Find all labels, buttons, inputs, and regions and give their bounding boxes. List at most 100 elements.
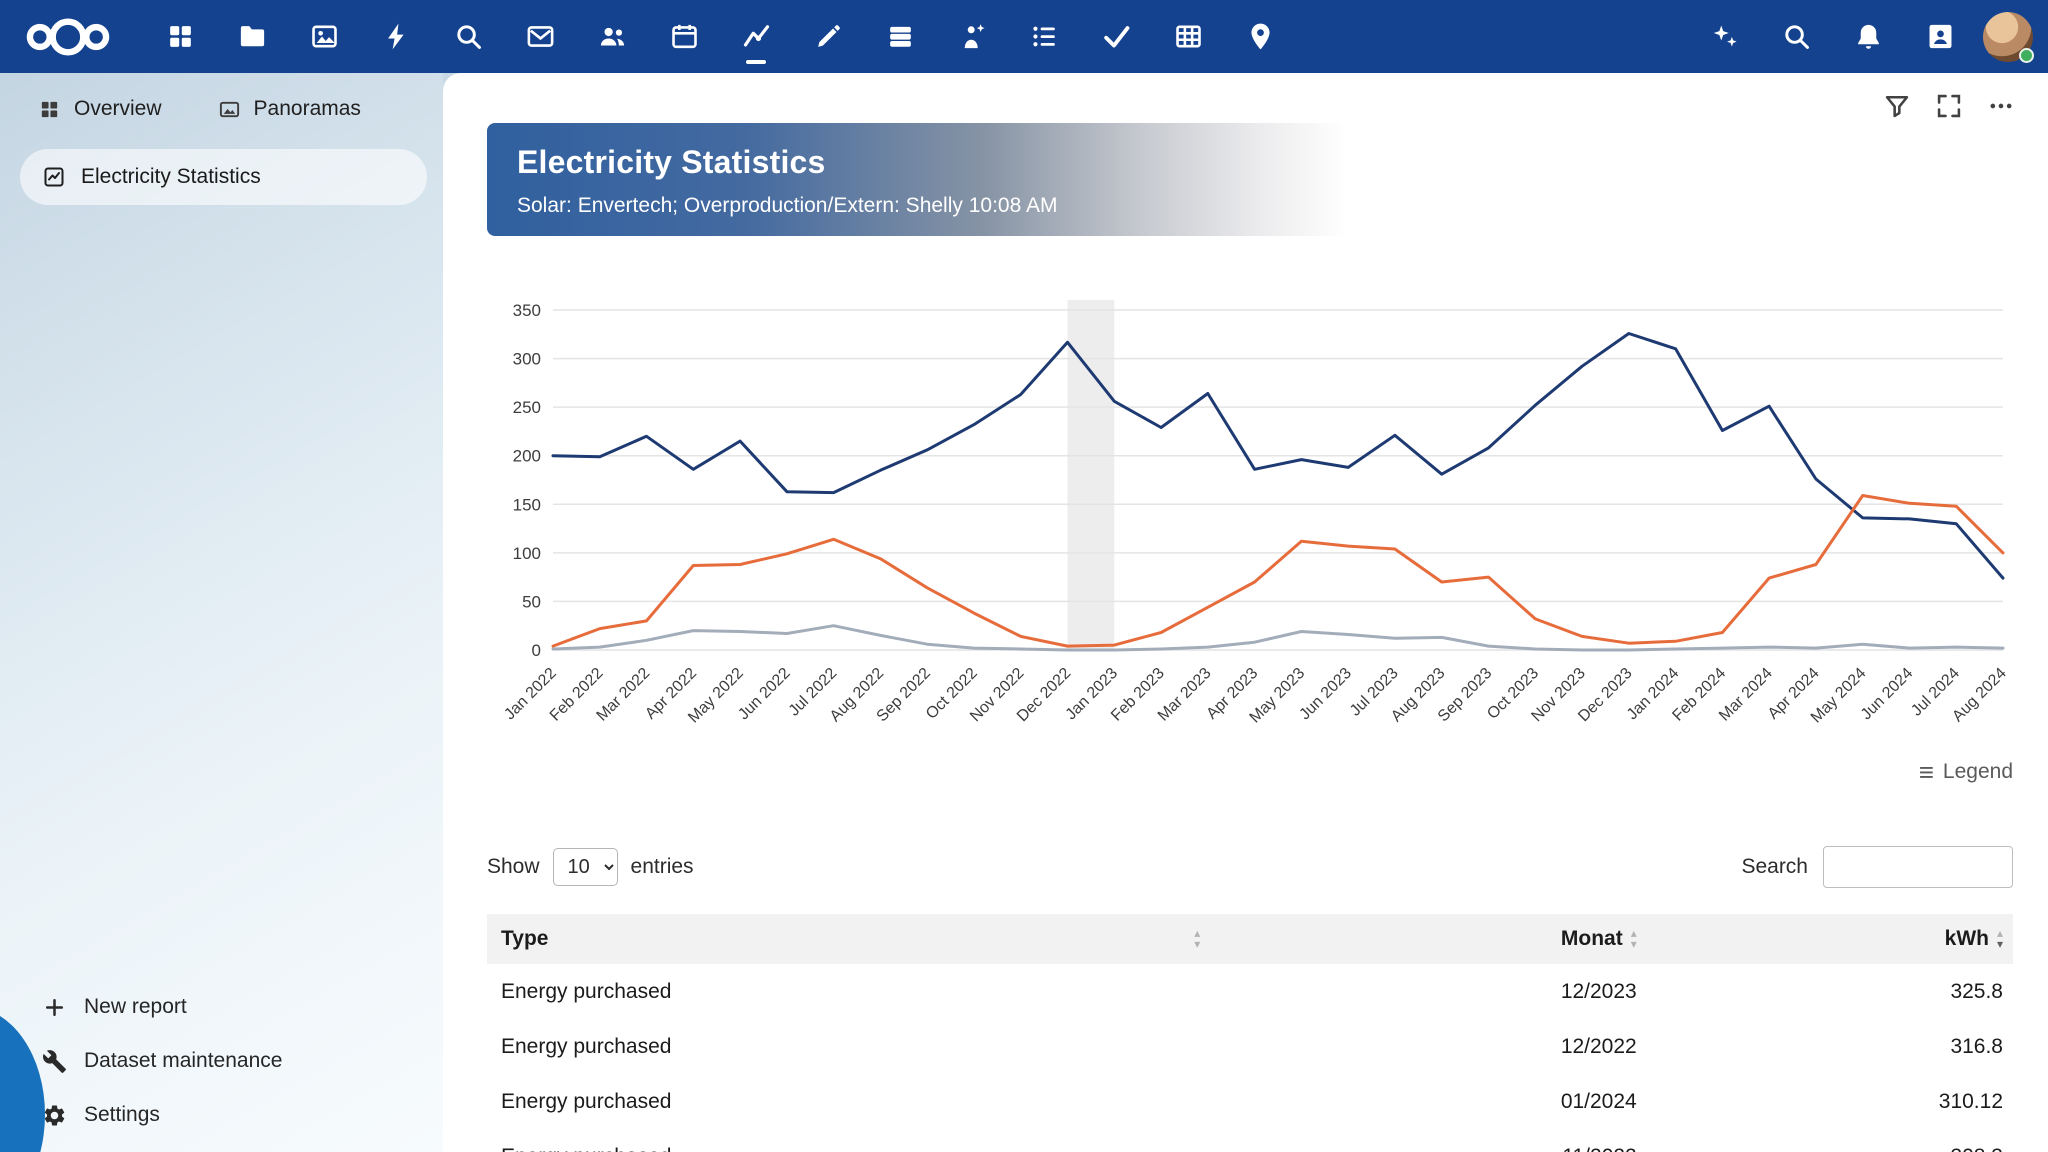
- top-navigation-bar: [0, 0, 2048, 73]
- column-header-monat[interactable]: Monat ▴ ▾: [1210, 914, 1647, 964]
- show-entries: Show 10 entries: [487, 848, 694, 886]
- nextcloud-logo[interactable]: [20, 14, 118, 60]
- list-icon: [1032, 26, 1055, 47]
- contacts-menu-button[interactable]: [1904, 0, 1976, 73]
- app-launcher: [144, 0, 1296, 73]
- svg-text:Jun 2024: Jun 2024: [1858, 665, 1917, 724]
- app-tables[interactable]: [1152, 0, 1224, 73]
- cell-monat: 12/2022: [1560, 1034, 1637, 1058]
- page-size-select[interactable]: 10: [552, 848, 618, 886]
- user-avatar[interactable]: [1976, 0, 2040, 73]
- sidebar-bottom-actions: New report Dataset maintenance Settings: [0, 980, 443, 1142]
- cell-type: Energy purchased: [501, 1089, 672, 1113]
- legend-label: Legend: [1942, 760, 2013, 783]
- cell-type: Energy purchased: [501, 1034, 672, 1058]
- sort-arrows-kwh[interactable]: ▴ ▾: [1997, 927, 2003, 950]
- legend-toggle-button[interactable]: ≡ Legend: [1919, 756, 2013, 788]
- cell-monat: 01/2024: [1560, 1089, 1637, 1113]
- search-box: Search: [1741, 846, 2013, 888]
- assistant-button[interactable]: [1688, 0, 1760, 73]
- gear-icon: [44, 1105, 65, 1125]
- filter-button[interactable]: [1874, 83, 1920, 129]
- cell-kwh: 310.12: [1938, 1089, 2003, 1113]
- app-mail[interactable]: [504, 0, 576, 73]
- settings-button[interactable]: Settings: [42, 1088, 443, 1142]
- sidebar-tabs: Overview Panoramas: [0, 73, 443, 121]
- app-analytics-active[interactable]: [720, 0, 792, 73]
- unified-search-button[interactable]: [1760, 0, 1832, 73]
- sort-arrows-monat[interactable]: ▴ ▾: [1631, 927, 1637, 950]
- analytics-icon: [743, 25, 769, 47]
- app-dashboard[interactable]: [144, 0, 216, 73]
- active-app-indicator: [746, 60, 766, 64]
- app-deck[interactable]: [864, 0, 936, 73]
- mail-icon: [527, 26, 553, 47]
- tab-overview-label: Overview: [74, 97, 162, 120]
- app-body: Overview Panoramas Electricity Statistic…: [0, 73, 2048, 1152]
- tab-panoramas[interactable]: Panoramas: [218, 97, 361, 121]
- svg-text:Jun 2023: Jun 2023: [1296, 665, 1355, 724]
- table-icon: [1175, 25, 1201, 48]
- contact-card-icon: [1929, 24, 1951, 49]
- app-calendar[interactable]: [648, 0, 720, 73]
- notifications-button[interactable]: [1832, 0, 1904, 73]
- column-type-label: Type: [501, 927, 549, 950]
- search-icon: [1784, 25, 1809, 49]
- nextcloud-logo-icon: [26, 17, 110, 56]
- app-tasks[interactable]: [1080, 0, 1152, 73]
- ellipsis-icon: [1990, 103, 2012, 109]
- bell-icon: [1857, 24, 1879, 49]
- app-notes[interactable]: [792, 0, 864, 73]
- table-header-row: Type ▴ ▾ Monat ▴ ▾ kWh ▴ ▾: [487, 914, 2013, 964]
- new-report-button[interactable]: New report: [42, 980, 443, 1034]
- app-maps[interactable]: [1224, 0, 1296, 73]
- column-header-kwh[interactable]: kWh ▴ ▾: [1646, 914, 2013, 964]
- cell-monat: 11/2022: [1210, 1129, 1646, 1152]
- sparkles-icon: [1713, 25, 1737, 47]
- column-header-type[interactable]: Type ▴ ▾: [487, 914, 1211, 964]
- app-recognize[interactable]: [936, 0, 1008, 73]
- sidebar-item-electricity-statistics[interactable]: Electricity Statistics: [20, 149, 427, 205]
- app-files[interactable]: [216, 0, 288, 73]
- fullscreen-icon: [1937, 94, 1961, 118]
- fullscreen-button[interactable]: [1926, 83, 1972, 129]
- svg-text:350: 350: [513, 301, 541, 320]
- tab-panoramas-label: Panoramas: [253, 97, 361, 120]
- grid-icon: [41, 101, 58, 117]
- table-row: Energy purchased 12/2023 325.8: [487, 964, 2013, 1019]
- table-search-input[interactable]: [1823, 846, 2013, 888]
- column-monat-label: Monat: [1560, 927, 1623, 950]
- data-table: Type ▴ ▾ Monat ▴ ▾ kWh ▴ ▾ Energy purchased…: [487, 914, 2013, 1152]
- entries-label: entries: [630, 855, 694, 878]
- sort-arrows-type[interactable]: ▴ ▾: [1194, 927, 1200, 950]
- cell-kwh: 308.3: [1647, 1129, 2013, 1152]
- app-contacts[interactable]: [576, 0, 648, 73]
- table-controls: Show 10 entries Search: [487, 846, 2013, 888]
- location-pin-icon: [1250, 23, 1270, 50]
- pencil-icon: [817, 25, 840, 47]
- topbar-right: [1688, 0, 2040, 73]
- app-photos[interactable]: [288, 0, 360, 73]
- svg-text:150: 150: [513, 495, 541, 514]
- dataset-maintenance-button[interactable]: Dataset maintenance: [42, 1034, 443, 1088]
- magnifier-app-icon: [456, 25, 481, 49]
- lightning-icon: [387, 23, 404, 50]
- report-toolbar: [1874, 83, 2024, 129]
- search-label: Search: [1741, 855, 1808, 878]
- table-body: Energy purchased 12/2023 325.8 Energy purch…: [487, 964, 2013, 1152]
- new-report-label: New report: [84, 995, 187, 1018]
- app-tasks-list[interactable]: [1008, 0, 1080, 73]
- calendar-icon: [671, 24, 697, 49]
- cell-type: Energy purchased: [487, 1129, 1210, 1152]
- filter-icon: [1885, 95, 1909, 118]
- tab-overview[interactable]: Overview: [38, 97, 162, 121]
- report-header-card: Electricity Statistics Solar: Envertech;…: [487, 123, 1347, 236]
- app-activity[interactable]: [360, 0, 432, 73]
- more-options-button[interactable]: [1978, 83, 2024, 129]
- show-label: Show: [487, 855, 540, 878]
- cell-kwh: 325.8: [1950, 979, 2003, 1003]
- app-search[interactable]: [432, 0, 504, 73]
- line-chart: 050100150200250300350Jan 2022Feb 2022Mar…: [501, 300, 2010, 727]
- cell-monat: 12/2023: [1560, 979, 1637, 1003]
- chart-area: 0 50 100 150 200 250 300 350 Jan 2022 Feb 2022 Mar…: [487, 284, 2013, 754]
